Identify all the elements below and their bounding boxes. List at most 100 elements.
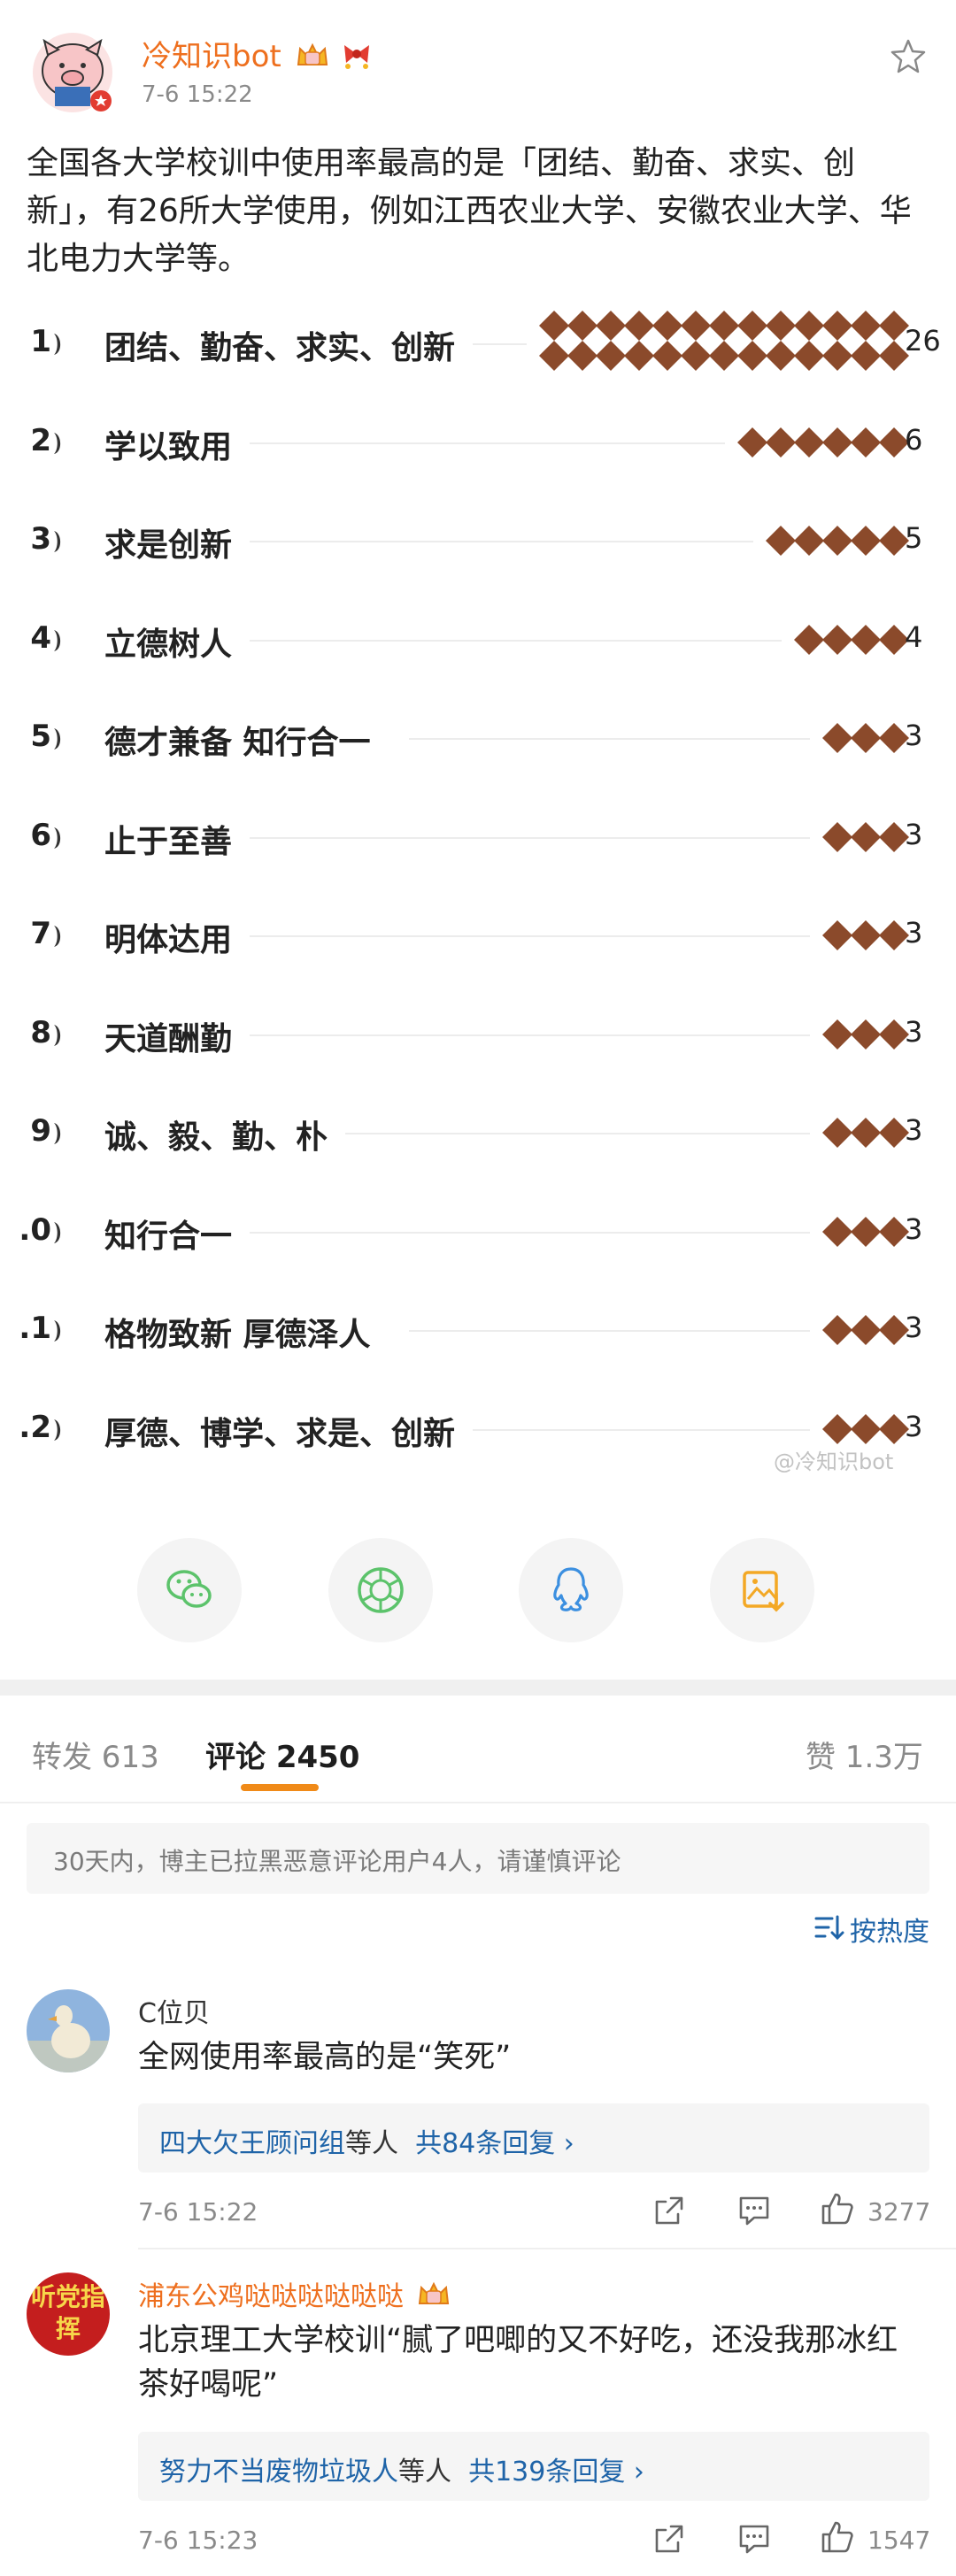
ranking-row: 9 诚、毅、勤、朴 3 (0, 1097, 956, 1168)
reply-summary[interactable]: 努力不当废物垃圾人等人 共139条回复 › (159, 2449, 644, 2488)
ranking-row: .1 格物致新 厚德泽人 3 (0, 1295, 956, 1365)
favorite-star-icon[interactable] (889, 37, 928, 76)
save-image-button[interactable] (710, 1538, 814, 1642)
share-qq-button[interactable] (519, 1538, 623, 1642)
bow-badge-icon (344, 45, 370, 69)
reply-summary[interactable]: 四大欠王顾问组等人 共84条回复 › (159, 2121, 574, 2160)
reply-count[interactable]: 共139条回复 › (468, 2457, 644, 2488)
reply-users[interactable]: 努力不当废物垃圾人 (159, 2457, 398, 2488)
moments-icon (358, 1567, 404, 1613)
like-comment-icon[interactable] (820, 2519, 855, 2555)
crown-badge-icon (297, 42, 328, 65)
rank-diamond (851, 526, 881, 556)
rank-bar (539, 311, 909, 371)
rank-diamond (766, 427, 796, 458)
rank-diamond (851, 1413, 881, 1444)
post-time: 7-6 15:22 (142, 81, 253, 108)
rank-diamond (709, 311, 739, 341)
rank-diamond (794, 311, 824, 341)
author-name[interactable]: 冷知识bot (142, 32, 374, 75)
ranking-row: .0 知行合一 3 (0, 1196, 956, 1267)
rank-bar (766, 526, 909, 556)
ranking-row: 6 止于至善 3 (0, 802, 956, 873)
rank-diamond (822, 1118, 852, 1148)
rank-value: 3 (905, 1113, 923, 1147)
commenter-name[interactable]: C位贝 (138, 1991, 210, 2030)
tab-like[interactable]: 赞 1.3万 (806, 1733, 923, 1776)
rank-diamond (851, 341, 881, 371)
ranking-row: 3 求是创新 5 (0, 505, 956, 576)
commenter-avatar[interactable] (27, 1989, 110, 2072)
author-name-text[interactable]: 冷知识bot (142, 39, 281, 74)
rank-diamond (851, 1019, 881, 1050)
wechat-icon (166, 1570, 212, 1608)
rank-diamond (766, 311, 796, 341)
comment-notice-text: 30天内，博主已拉黑恶意评论用户4人，请谨慎评论 (53, 1847, 621, 1876)
commenter-name[interactable]: 浦东公鸡哒哒哒哒哒哒 (138, 2274, 451, 2313)
tab-comment[interactable]: 评论 2450 (205, 1733, 359, 1776)
ranking-row: 8 天道酬勤 3 (0, 999, 956, 1070)
rank-diamond (652, 341, 682, 371)
rank-diamond (681, 341, 711, 371)
comment-replies-box[interactable]: 努力不当废物垃圾人等人 共139条回复 › (138, 2432, 929, 2501)
rank-bar (822, 1019, 909, 1050)
rank-diamond (822, 427, 852, 458)
rank-bar (822, 1315, 909, 1345)
sort-icon[interactable] (813, 1911, 844, 1943)
rank-diamond (822, 723, 852, 753)
author-avatar[interactable] (32, 32, 113, 113)
rank-diamond (822, 341, 852, 371)
rank-diamond (737, 311, 767, 341)
comment-text: 北京理工大学校训“腻了吧唧的又不好吃，还没我那冰红茶好喝呢” (138, 2323, 898, 2403)
rank-diamond (851, 920, 881, 950)
qq-icon (553, 1567, 589, 1611)
rank-diamond (822, 1315, 852, 1345)
rank-value: 3 (905, 719, 923, 752)
comment-like-count: 3277 (867, 2197, 931, 2226)
rank-value: 3 (905, 1311, 923, 1344)
commenter-name-text[interactable]: 浦东公鸡哒哒哒哒哒哒 (138, 2281, 404, 2312)
rank-diamond (567, 311, 598, 341)
rank-diamond (851, 1118, 881, 1148)
reply-comment-icon[interactable] (736, 2521, 772, 2557)
tab-repost[interactable]: 转发 613 (32, 1733, 159, 1776)
rank-diamond (851, 1315, 881, 1345)
commenter-avatar[interactable]: 听党指挥 (27, 2272, 110, 2356)
rank-diamond (822, 920, 852, 950)
rank-bar (822, 1216, 909, 1247)
reply-rest-text: 等人 (345, 2128, 398, 2159)
share-comment-icon[interactable] (651, 2193, 687, 2228)
share-wechat-button[interactable] (137, 1538, 242, 1642)
rank-diamond (851, 624, 881, 655)
ranking-row: 1 团结、勤奋、求实、创新 26 (0, 308, 956, 379)
rank-diamond (851, 723, 881, 753)
rank-diamond (737, 341, 767, 371)
rank-bar (822, 821, 909, 852)
comment-divider (138, 2248, 956, 2249)
ranking-row: 7 明体达用 3 (0, 900, 956, 971)
rank-diamond (766, 341, 796, 371)
comment-time: 7-6 15:22 (138, 2197, 258, 2226)
rank-value: 3 (905, 1014, 923, 1049)
rank-diamond (737, 427, 767, 458)
reply-comment-icon[interactable] (736, 2193, 772, 2228)
rank-diamond (567, 341, 598, 371)
rank-diamond (652, 311, 682, 341)
share-moments-button[interactable] (328, 1538, 433, 1642)
comment-time: 7-6 15:23 (138, 2526, 258, 2555)
reply-users[interactable]: 四大欠王顾问组 (159, 2128, 345, 2159)
reply-rest-text: 等人 (398, 2457, 451, 2488)
rank-value: 26 (905, 324, 941, 358)
rank-diamond (766, 526, 796, 556)
comment-like-count: 1547 (867, 2526, 931, 2555)
share-comment-icon[interactable] (651, 2521, 687, 2557)
sort-by-hot[interactable]: 按热度 (850, 1910, 929, 1949)
rank-bar (737, 427, 909, 458)
ranking-row: 5 德才兼备 知行合一 3 (0, 703, 956, 773)
rank-diamond (539, 341, 569, 371)
rank-bar (822, 1118, 909, 1148)
like-comment-icon[interactable] (820, 2191, 855, 2226)
rank-diamond (851, 821, 881, 852)
reply-count[interactable]: 共84条回复 › (415, 2128, 574, 2159)
comment-replies-box[interactable]: 四大欠王顾问组等人 共84条回复 › (138, 2103, 929, 2172)
